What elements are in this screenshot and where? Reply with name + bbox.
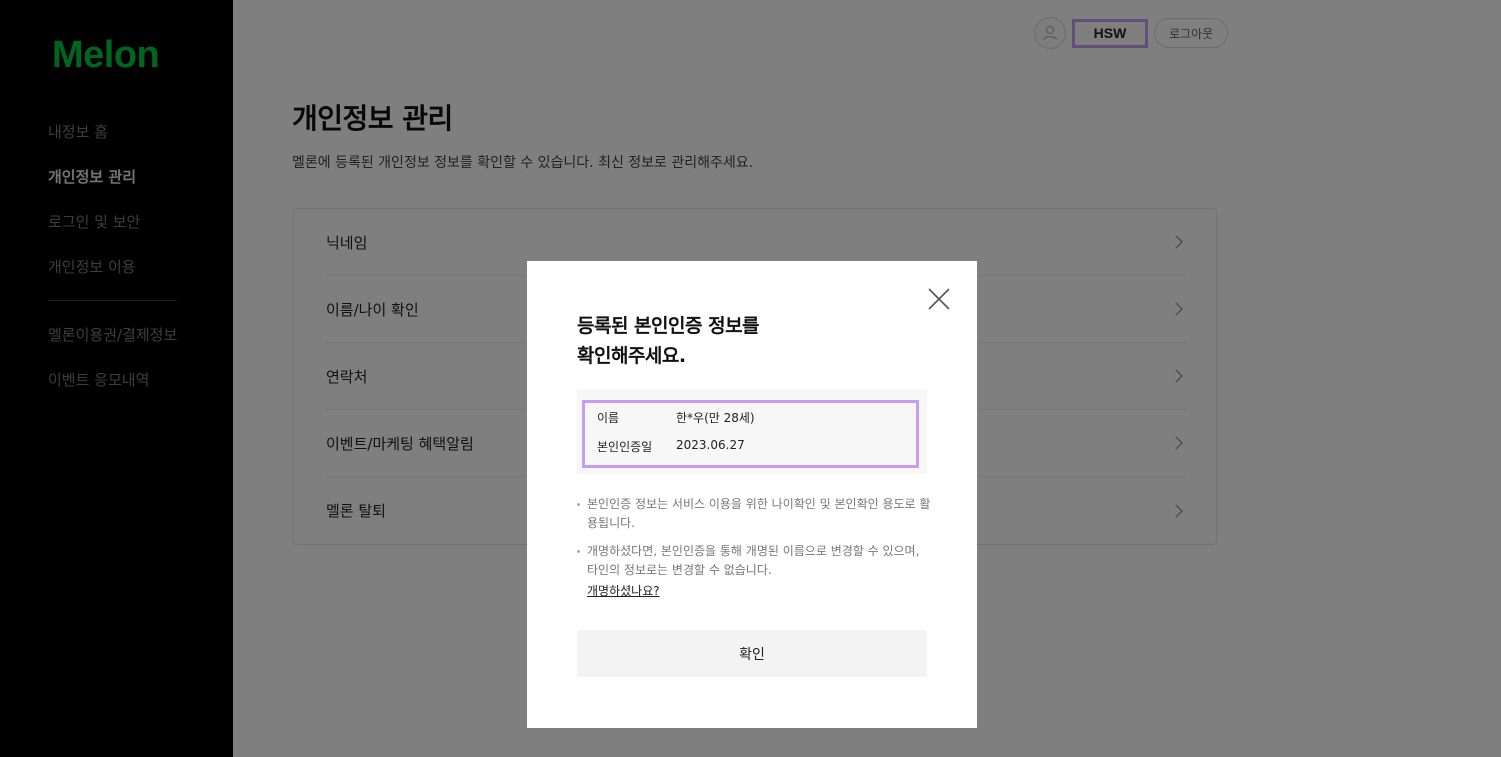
modal-title: 등록된 본인인증 정보를 확인해주세요.: [577, 311, 760, 371]
note-rename: 개명하셨다면, 본인인증을 통해 개명된 이름으로 변경할 수 있으며, 타인의…: [577, 542, 932, 601]
info-name-value: 한*우(만 28세): [676, 411, 755, 425]
close-icon[interactable]: [927, 287, 951, 311]
note-usage: 본인인증 정보는 서비스 이용을 위한 나이확인 및 본인확인 용도로 활용됩니…: [577, 495, 932, 533]
info-date-label: 본인인증일: [597, 440, 653, 454]
info-row-name: 이름 한*우(만 28세): [597, 409, 755, 426]
modal-title-line1: 등록된 본인인증 정보를: [577, 315, 760, 337]
rename-link[interactable]: 개명하셨나요?: [587, 582, 660, 601]
note-usage-text: 본인인증 정보는 서비스 이용을 위한 나이확인 및 본인확인 용도로 활용됩니…: [587, 497, 931, 530]
confirm-button[interactable]: 확인: [577, 630, 927, 677]
info-row-date: 본인인증일 2023.06.27: [597, 438, 745, 455]
verification-info-modal: 등록된 본인인증 정보를 확인해주세요. 이름 한*우(만 28세) 본인인증일…: [527, 261, 977, 728]
note-rename-text: 개명하셨다면, 본인인증을 통해 개명된 이름으로 변경할 수 있으며, 타인의…: [587, 544, 920, 577]
modal-title-line2: 확인해주세요.: [577, 345, 686, 367]
info-date-value: 2023.06.27: [676, 438, 745, 452]
modal-notes: 본인인증 정보는 서비스 이용을 위한 나이확인 및 본인확인 용도로 활용됩니…: [577, 495, 932, 610]
info-name-label: 이름: [597, 411, 620, 425]
